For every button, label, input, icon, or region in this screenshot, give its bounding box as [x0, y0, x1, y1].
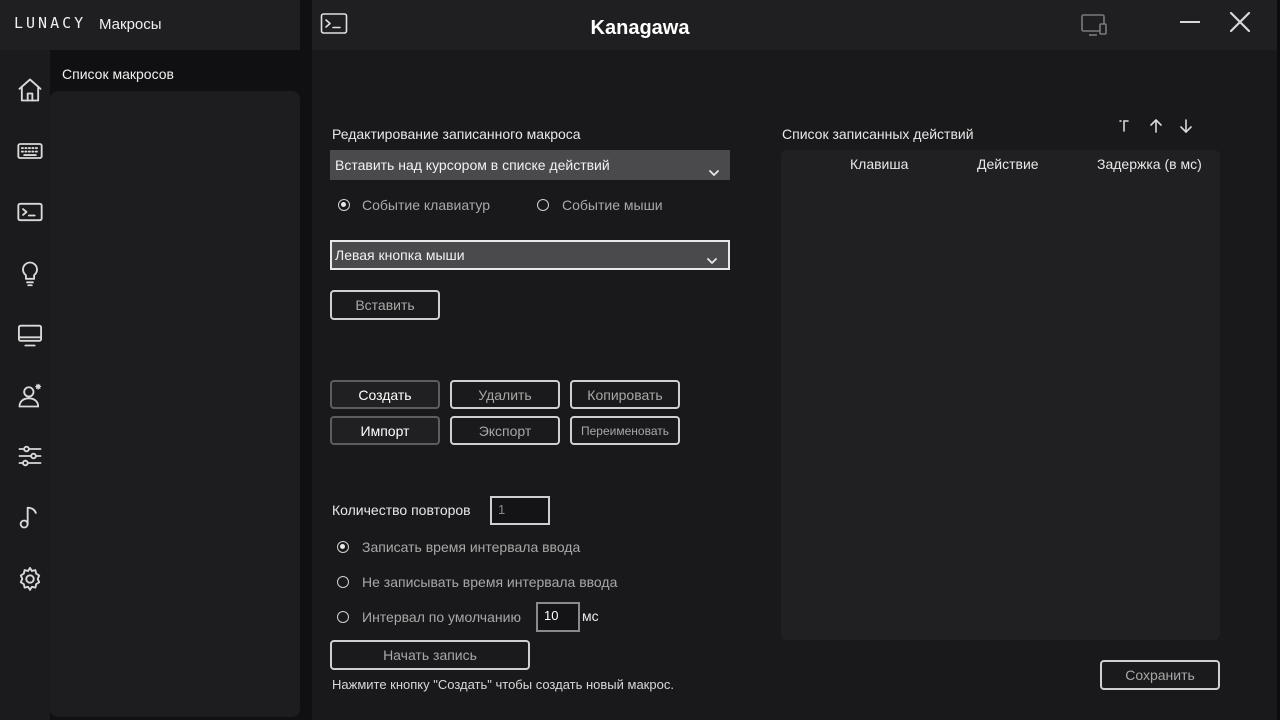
delete-button[interactable]: Удалить [450, 380, 560, 409]
hint-text: Нажмите кнопку "Создать" чтобы создать н… [332, 677, 674, 692]
lunacy-logo: LUNACY [14, 14, 87, 32]
interval-unit: мс [582, 608, 599, 624]
import-button[interactable]: Импорт [330, 416, 440, 445]
insert-mode-value: Вставить над курсором в списке действий [335, 157, 610, 173]
default-interval-radio[interactable] [337, 611, 349, 623]
move-down-icon[interactable] [1178, 118, 1194, 134]
monitor-icon[interactable] [15, 320, 45, 350]
rename-button[interactable]: Переименовать [570, 416, 680, 445]
column-delay: Задержка (в мс) [1097, 156, 1202, 172]
chevron-down-icon [708, 159, 720, 176]
sidebar-rail [0, 50, 50, 720]
minimize-button[interactable] [1178, 10, 1204, 36]
record-interval-label: Записать время интервала ввода [362, 539, 581, 555]
gear-icon[interactable] [15, 564, 45, 594]
lightbulb-icon[interactable] [15, 258, 45, 288]
device-connection-icon [1080, 12, 1110, 38]
start-recording-button[interactable]: Начать запись [330, 640, 530, 670]
editor-title: Редактирование записанного макроса [332, 126, 581, 142]
user-icon[interactable] [15, 381, 45, 411]
insert-mode-dropdown[interactable]: Вставить над курсором в списке действий [330, 150, 730, 180]
keyboard-icon[interactable] [15, 136, 45, 166]
repeat-count-placeholder: 1 [498, 502, 506, 517]
sliders-icon[interactable] [15, 441, 45, 471]
create-button[interactable]: Создать [330, 380, 440, 409]
copy-button[interactable]: Копировать [570, 380, 680, 409]
device-title: Kanagawa [590, 17, 690, 39]
column-action: Действие [977, 156, 1039, 172]
no-record-interval-radio[interactable] [337, 576, 349, 588]
terminal-icon[interactable] [320, 12, 348, 36]
mouse-event-label: Событие мыши [562, 197, 663, 213]
actions-title: Список записанных действий [782, 126, 974, 142]
section-title: Макросы [99, 16, 162, 33]
key-select-dropdown[interactable]: Левая кнопка мыши [330, 240, 730, 270]
repeat-count-label: Количество повторов [332, 502, 471, 518]
insert-above-icon[interactable] [1118, 118, 1134, 134]
interval-value: 10 [544, 608, 559, 623]
move-up-icon[interactable] [1148, 118, 1164, 134]
export-button[interactable]: Экспорт [450, 416, 560, 445]
keyboard-event-radio[interactable] [338, 199, 350, 211]
chevron-down-icon [706, 249, 718, 264]
key-select-value: Левая кнопка мыши [335, 247, 465, 263]
macro-list[interactable] [50, 91, 300, 717]
terminal-icon[interactable] [15, 197, 45, 227]
keyboard-event-label: Событие клавиатур [362, 197, 491, 213]
mouse-event-radio[interactable] [537, 199, 549, 211]
default-interval-label: Интервал по умолчанию [362, 609, 521, 625]
save-button[interactable]: Сохранить [1100, 660, 1220, 690]
insert-button[interactable]: Вставить [330, 290, 440, 320]
macro-list-header: Список макросов [62, 66, 174, 82]
title-bar [312, 0, 1277, 50]
music-icon[interactable] [15, 502, 45, 532]
actions-table[interactable] [781, 150, 1220, 640]
repeat-count-input[interactable]: 1 [490, 496, 550, 525]
close-button[interactable] [1226, 8, 1254, 36]
record-interval-radio[interactable] [337, 541, 349, 553]
interval-input[interactable]: 10 [536, 602, 580, 632]
column-key: Клавиша [850, 156, 909, 172]
no-record-interval-label: Не записывать время интервала ввода [362, 574, 618, 590]
home-icon[interactable] [15, 75, 45, 105]
